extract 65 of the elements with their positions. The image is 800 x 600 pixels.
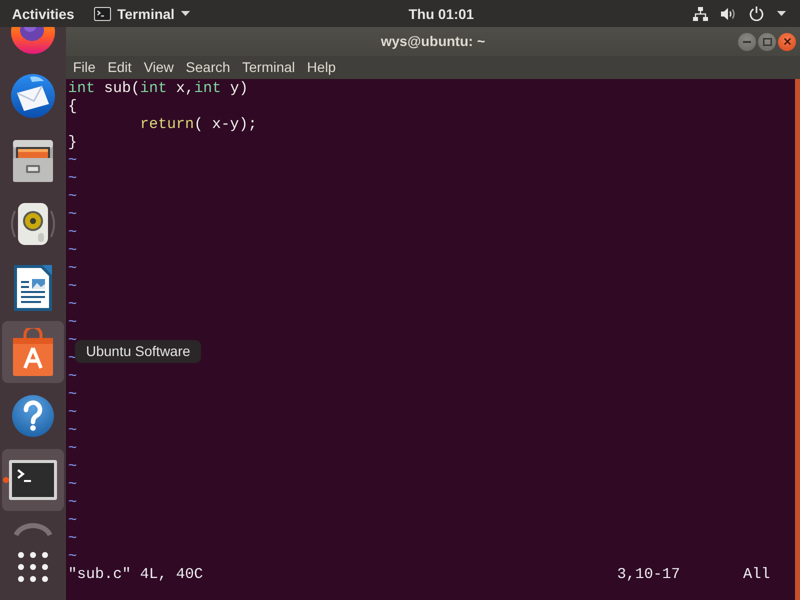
terminal-icon: [9, 460, 57, 500]
activities-button[interactable]: Activities: [12, 6, 74, 20]
terminal-icon: [94, 6, 112, 20]
window-title: wys@ubuntu: ~: [380, 32, 486, 51]
document-icon: [13, 264, 53, 312]
empty-line-marker: ~: [68, 494, 78, 511]
caret-icon: [180, 11, 190, 16]
status-message: "sub.c" 4L, 40C: [68, 566, 204, 584]
menu-item[interactable]: View: [138, 59, 180, 76]
cursor-position: 3,10-17: [617, 566, 680, 584]
dock-item[interactable]: [2, 321, 64, 383]
maximize-icon: [762, 38, 772, 46]
arc-icon: [13, 520, 53, 536]
empty-line-marker: ~: [68, 332, 78, 349]
menu-item[interactable]: File: [67, 59, 102, 76]
menu-item[interactable]: Help: [301, 59, 342, 76]
maximize-button[interactable]: [758, 32, 776, 50]
minimize-button[interactable]: [738, 32, 756, 50]
file-cabinet-icon: [12, 137, 54, 183]
empty-line-marker: ~: [68, 206, 78, 223]
caret-icon: [777, 11, 786, 16]
grid-icon: [18, 552, 48, 582]
empty-line-marker: ~: [68, 530, 78, 547]
empty-line-marker: ~: [68, 242, 78, 259]
empty-line-marker: ~: [68, 476, 78, 493]
empty-line-marker: ~: [68, 368, 78, 385]
power-icon: [749, 6, 764, 21]
volume-icon: [721, 6, 736, 20]
code-line: int sub(int x,int y): [68, 80, 248, 97]
code-line: }: [68, 134, 78, 151]
tooltip: Ubuntu Software: [75, 340, 202, 363]
empty-line-marker: ~: [68, 458, 78, 475]
show-apps-button[interactable]: [18, 552, 48, 582]
help-icon: [11, 394, 55, 438]
empty-line-marker: ~: [68, 512, 78, 529]
empty-line-marker: ~: [68, 422, 78, 439]
empty-line-marker: ~: [68, 188, 78, 205]
menu-item[interactable]: Search: [180, 59, 236, 76]
empty-line-marker: ~: [68, 440, 78, 457]
menu-item[interactable]: Terminal: [236, 59, 302, 76]
menu-item[interactable]: Edit: [102, 59, 138, 76]
dock-item[interactable]: [2, 449, 64, 511]
code-line: return( x-y);: [139, 116, 258, 133]
empty-line-marker: ~: [68, 386, 78, 403]
speaker-icon: [9, 201, 57, 247]
network-icon: [693, 6, 708, 20]
shopping-bag-icon: [11, 328, 55, 376]
empty-line-marker: ~: [68, 296, 78, 313]
empty-line-marker: ~: [68, 170, 78, 187]
clock[interactable]: Thu 01:01: [408, 6, 474, 20]
app-menu[interactable]: Terminal: [94, 6, 190, 20]
empty-line-marker: ~: [68, 278, 78, 295]
empty-line-marker: ~: [68, 152, 78, 169]
empty-line-marker: ~: [68, 224, 78, 241]
code-line: {: [68, 98, 78, 115]
empty-line-marker: ~: [68, 548, 78, 565]
scroll-position: All: [743, 566, 770, 584]
system-menu[interactable]: [693, 6, 786, 21]
close-icon: [784, 38, 790, 45]
empty-line-marker: ~: [68, 260, 78, 277]
empty-line-marker: ~: [68, 404, 78, 421]
minimize-icon: [743, 40, 751, 42]
envelope-icon: [10, 73, 56, 119]
empty-line-marker: ~: [68, 314, 78, 331]
close-button[interactable]: [778, 32, 796, 50]
